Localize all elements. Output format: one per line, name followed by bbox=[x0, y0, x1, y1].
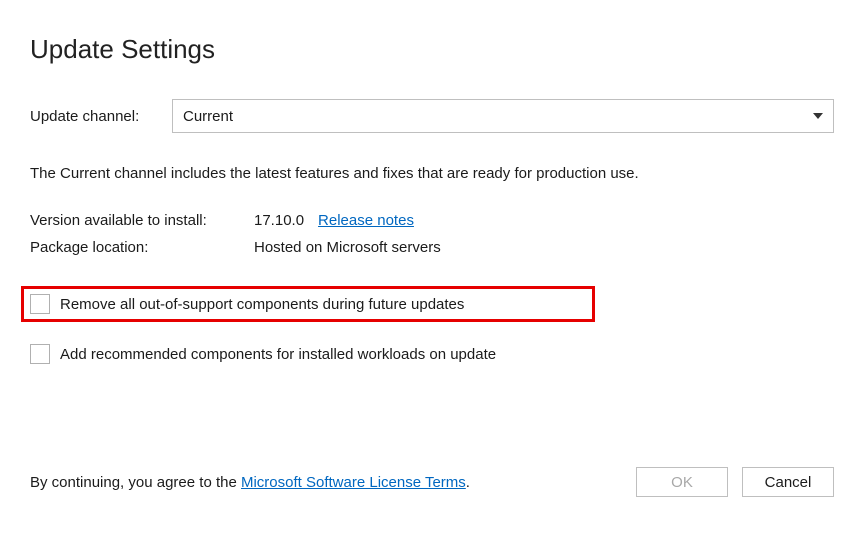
license-prefix: By continuing, you agree to the bbox=[30, 474, 241, 491]
add-recommended-checkbox[interactable] bbox=[30, 344, 50, 364]
package-location-value: Hosted on Microsoft servers bbox=[254, 239, 441, 256]
license-text: By continuing, you agree to the Microsof… bbox=[30, 474, 470, 491]
license-terms-link[interactable]: Microsoft Software License Terms bbox=[241, 474, 466, 491]
remove-out-of-support-label[interactable]: Remove all out-of-support components dur… bbox=[60, 296, 464, 313]
package-location-label: Package location: bbox=[30, 239, 254, 256]
version-available-label: Version available to install: bbox=[30, 212, 254, 229]
remove-out-of-support-row: Remove all out-of-support components dur… bbox=[21, 286, 595, 322]
cancel-button[interactable]: Cancel bbox=[742, 467, 834, 497]
update-channel-value: Current bbox=[183, 108, 233, 125]
version-available-value: 17.10.0 bbox=[254, 212, 304, 229]
update-channel-select[interactable]: Current bbox=[172, 99, 834, 133]
add-recommended-label[interactable]: Add recommended components for installed… bbox=[60, 346, 496, 363]
license-suffix: . bbox=[466, 474, 470, 491]
remove-out-of-support-checkbox[interactable] bbox=[30, 294, 50, 314]
page-title: Update Settings bbox=[30, 34, 834, 65]
update-channel-label: Update channel: bbox=[30, 108, 172, 125]
chevron-down-icon bbox=[813, 113, 823, 119]
release-notes-link[interactable]: Release notes bbox=[318, 212, 414, 229]
ok-button[interactable]: OK bbox=[636, 467, 728, 497]
channel-description: The Current channel includes the latest … bbox=[30, 165, 834, 182]
add-recommended-row: Add recommended components for installed… bbox=[30, 336, 834, 372]
